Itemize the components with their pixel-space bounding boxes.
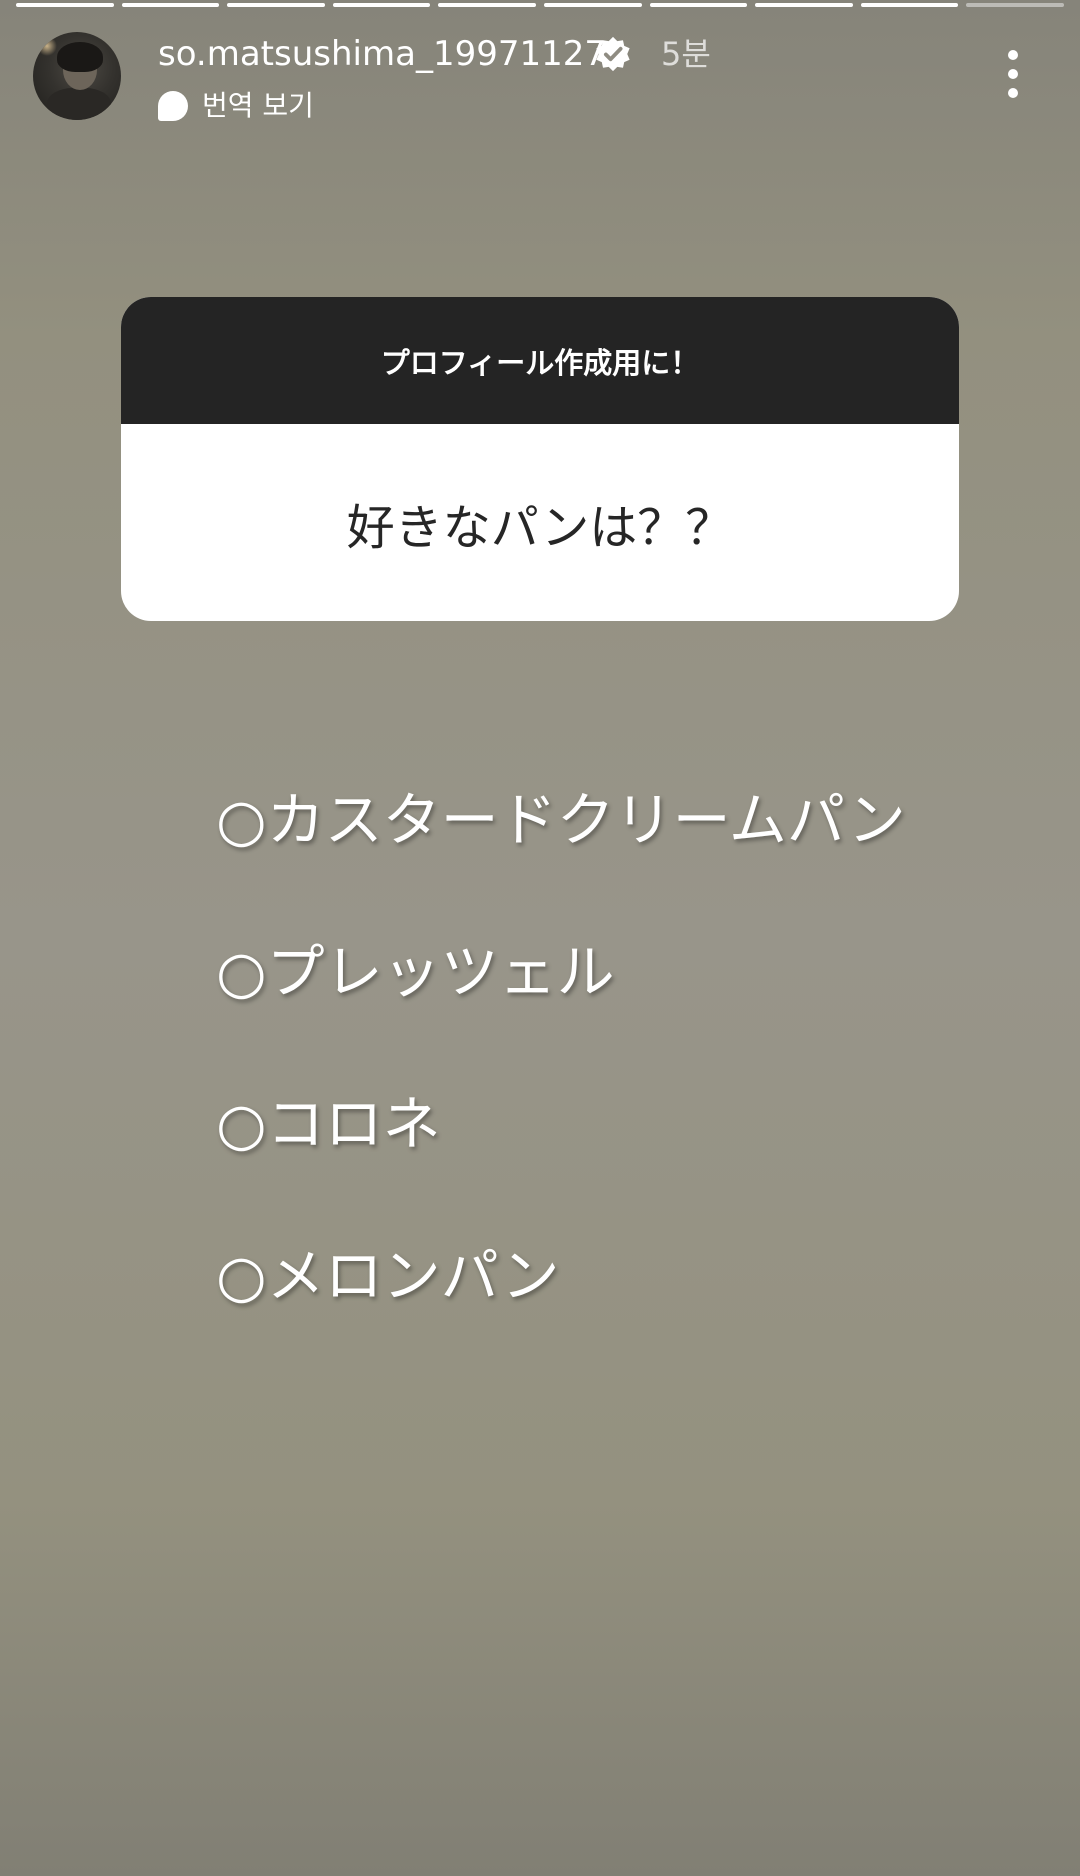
more-vertical-icon [1008, 69, 1018, 79]
story-viewer[interactable]: so.matsushima_19971127 5분 번역 보기 プロフィール作成… [0, 0, 1080, 1876]
option-item: ○メロンパン [216, 1242, 560, 1310]
progress-segment [649, 3, 748, 7]
question-sticker-text: 好きなパンは？？ [346, 499, 734, 556]
progress-segment [755, 3, 853, 7]
avatar-body [47, 88, 111, 120]
options-list: ○カスタードクリームパン ○プレッツェル ○コロネ ○メロンパン [216, 784, 1036, 1392]
translate-label: 번역 보기 [202, 89, 314, 122]
progress-segment [332, 3, 431, 7]
avatar[interactable] [33, 32, 121, 120]
progress-segment [438, 3, 536, 7]
verified-badge-icon [596, 36, 630, 72]
option-item: ○プレッツェル [216, 938, 615, 1006]
question-sticker-header: プロフィール作成用に！ [121, 297, 959, 424]
avatar-hair [57, 42, 103, 72]
progress-segment [16, 3, 114, 7]
progress-segment [121, 3, 220, 7]
more-vertical-icon [1008, 50, 1018, 60]
more-vertical-icon [1008, 88, 1018, 98]
username-link[interactable]: so.matsushima_19971127 [158, 32, 606, 76]
option-item: ○コロネ [216, 1090, 441, 1158]
speech-bubble-icon [158, 91, 188, 121]
progress-segment-current [966, 3, 1064, 7]
progress-segment [543, 3, 642, 7]
progress-segment [227, 3, 325, 7]
time-ago: 5분 [661, 35, 711, 73]
translate-button[interactable]: 번역 보기 [158, 86, 314, 126]
avatar-background-lights [37, 36, 57, 56]
story-progress-bar [16, 3, 1064, 7]
progress-segment [860, 3, 959, 7]
question-sticker[interactable]: プロフィール作成用に！ 好きなパンは？？ [121, 297, 959, 621]
option-item: ○カスタードクリームパン [216, 786, 906, 854]
more-options-button[interactable] [1000, 50, 1026, 98]
